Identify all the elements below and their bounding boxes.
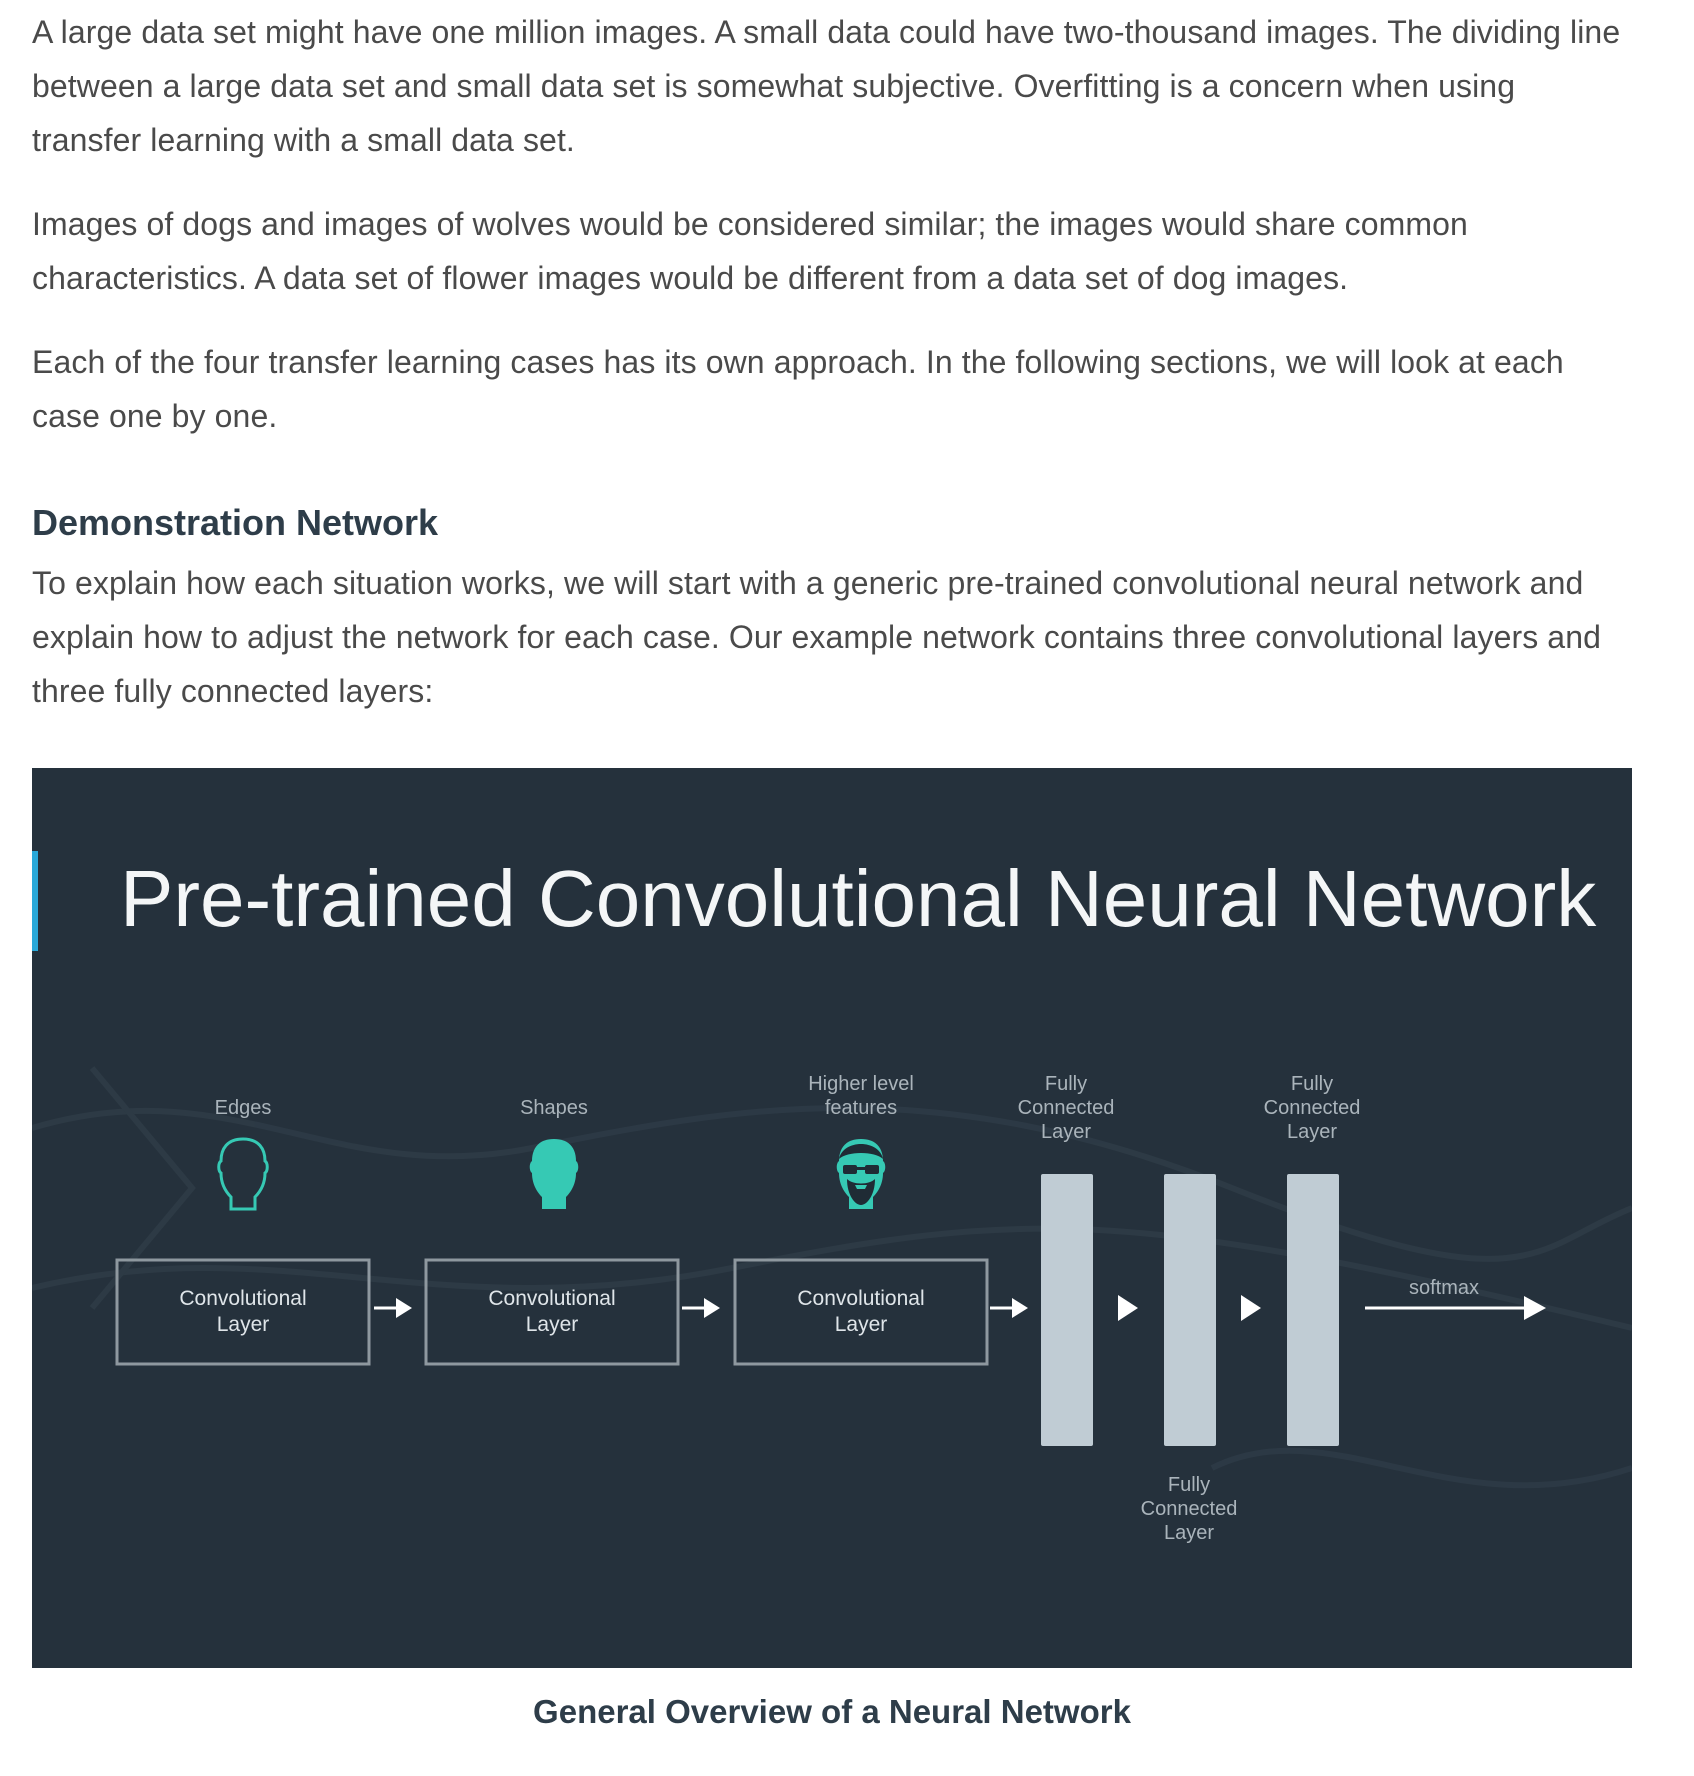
fc-layer-1-bar: [1041, 1174, 1093, 1446]
figure-caption: General Overview of a Neural Network: [533, 1693, 1131, 1730]
arrow-right-icon: [682, 1298, 720, 1318]
label-higher-level-line2: features: [825, 1097, 897, 1119]
background-pattern: [32, 1066, 1632, 1489]
triangle-right-icon: [1241, 1295, 1261, 1321]
paragraph-similarity: Images of dogs and images of wolves woul…: [32, 206, 1468, 296]
conv-layer-3-box: [733, 1258, 989, 1366]
section-heading: Demonstration Network: [32, 502, 439, 543]
network-diagram: Pre-trained Convolutional Neural Network…: [32, 851, 1632, 1544]
bearded-man-icon: [836, 1139, 886, 1209]
triangle-right-icon: [1118, 1295, 1138, 1321]
fc-layer-2-bar: [1164, 1174, 1216, 1446]
fc3-label-line3: Layer: [1287, 1121, 1337, 1143]
arrow-right-icon: [990, 1298, 1028, 1318]
head-filled-icon: [529, 1139, 579, 1209]
label-edges: Edges: [215, 1097, 272, 1119]
conv-layer-2-line1: Convolutional: [488, 1287, 615, 1310]
softmax-label: softmax: [1409, 1277, 1479, 1299]
conv-layer-1-line2: Layer: [217, 1313, 270, 1336]
conv-layer-2-box: [424, 1258, 680, 1366]
title-accent-bar: [32, 851, 38, 951]
paragraph-demo-network: To explain how each situation works, we …: [32, 565, 1602, 709]
conv-layer-2-line2: Layer: [526, 1313, 579, 1336]
conv-layer-1-line1: Convolutional: [179, 1287, 306, 1310]
paragraph-dataset-size: A large data set might have one million …: [32, 14, 1621, 158]
conv-layer-3-line1: Convolutional: [797, 1287, 924, 1310]
fc2-label-line3: Layer: [1164, 1522, 1214, 1544]
fc1-label-line3: Layer: [1041, 1121, 1091, 1143]
fc3-label-line1: Fully: [1291, 1073, 1333, 1095]
fc1-label-line1: Fully: [1045, 1073, 1087, 1095]
arrow-right-icon: [374, 1298, 412, 1318]
label-higher-level-line1: Higher level: [808, 1073, 914, 1095]
fc2-label-line2: Connected: [1141, 1498, 1238, 1520]
label-shapes: Shapes: [520, 1097, 588, 1119]
fc2-label-line1: Fully: [1168, 1474, 1210, 1496]
conv-layer-3-line2: Layer: [835, 1313, 888, 1336]
figure-title: Pre-trained Convolutional Neural Network: [120, 854, 1597, 943]
paragraph-four-cases: Each of the four transfer learning cases…: [32, 344, 1564, 434]
fc-layer-3-bar: [1287, 1174, 1339, 1446]
fc3-label-line2: Connected: [1264, 1097, 1361, 1119]
head-outline-icon: [217, 1137, 269, 1211]
fc1-label-line2: Connected: [1018, 1097, 1115, 1119]
network-diagram-figure: Pre-trained Convolutional Neural Network…: [32, 768, 1632, 1668]
